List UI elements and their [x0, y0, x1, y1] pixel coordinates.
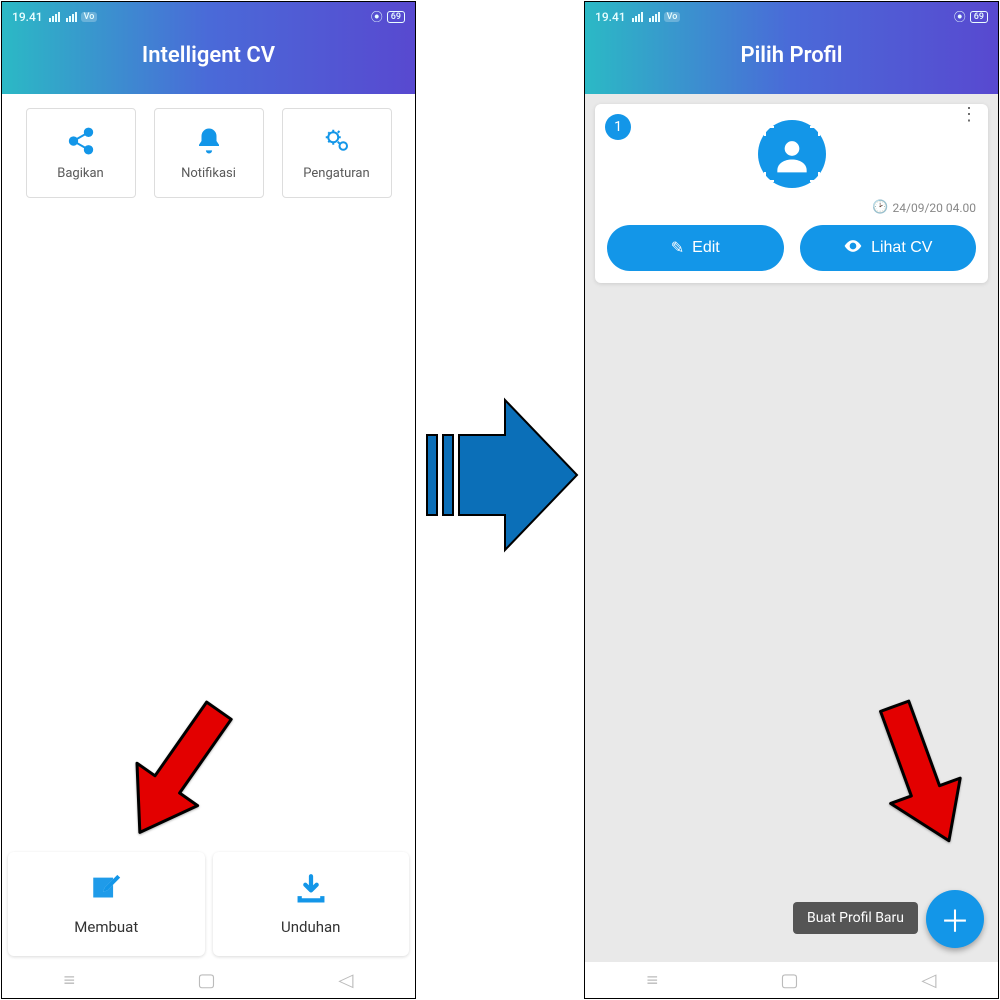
view-cv-button[interactable]: Lihat CV [800, 225, 977, 271]
share-card[interactable]: Bagikan [26, 108, 136, 198]
edit-button[interactable]: ✎ Edit [607, 225, 784, 271]
status-time: 19.41 [12, 10, 43, 24]
status-time-right: 19.41 [595, 10, 626, 24]
kebab-menu-icon[interactable]: ⋮ [960, 112, 978, 118]
nav-recent[interactable]: ≡ [646, 970, 658, 991]
nav-recent[interactable]: ≡ [63, 970, 75, 991]
profile-timestamp: 🕑 24/09/20 04.00 [607, 200, 976, 215]
annotation-arrow-right-icon [870, 690, 980, 860]
android-nav-bar-right: ≡ ▢ ◁ [585, 962, 998, 998]
settings-label: Pengaturan [303, 166, 369, 181]
download-icon [294, 872, 328, 910]
signal-icon [632, 12, 643, 22]
page-title: Intelligent CV [2, 43, 415, 68]
nav-back[interactable]: ◁ [922, 970, 937, 991]
signal-icon-2 [649, 12, 660, 22]
add-profile-fab[interactable]: ＋ [926, 890, 984, 948]
vibrate-icon: ⦿ [954, 8, 966, 25]
nav-home[interactable]: ▢ [780, 970, 799, 991]
app-header-right: 19.41 Vo ⦿ 69 Pilih Profil [585, 2, 998, 94]
signal-icon-2 [66, 12, 77, 22]
android-nav-bar: ≡ ▢ ◁ [2, 962, 415, 998]
battery-indicator: 69 [387, 11, 405, 23]
profile-avatar [758, 120, 826, 188]
volte-badge: Vo [664, 12, 681, 22]
profile-number-badge: 1 [605, 114, 631, 140]
clock-icon: 🕑 [872, 200, 888, 215]
notifications-card[interactable]: Notifikasi [154, 108, 264, 198]
vibrate-icon: ⦿ [371, 8, 383, 25]
transition-arrow-icon [425, 380, 580, 570]
compose-icon [89, 872, 123, 910]
plus-icon: ＋ [940, 897, 970, 941]
pencil-icon: ✎ [671, 238, 684, 258]
eye-icon [843, 236, 863, 261]
nav-back[interactable]: ◁ [339, 970, 354, 991]
gears-icon [322, 126, 352, 160]
create-label: Membuat [74, 918, 138, 936]
page-title-right: Pilih Profil [585, 43, 998, 68]
share-label: Bagikan [57, 166, 103, 181]
volte-badge: Vo [81, 12, 98, 22]
settings-card[interactable]: Pengaturan [282, 108, 392, 198]
nav-home[interactable]: ▢ [197, 970, 216, 991]
profile-card[interactable]: 1 ⋮ 🕑 24/09/20 04.00 ✎ Edit Liha [595, 104, 988, 283]
downloads-label: Unduhan [281, 918, 340, 936]
battery-indicator-right: 69 [970, 11, 988, 23]
notifications-label: Notifikasi [181, 166, 236, 181]
status-bar: 19.41 Vo ⦿ 69 [2, 2, 415, 25]
downloads-card[interactable]: Unduhan [213, 852, 410, 956]
fab-tooltip: Buat Profil Baru [793, 902, 918, 934]
bell-icon [194, 126, 224, 160]
signal-icon [49, 12, 60, 22]
status-bar-right: 19.41 Vo ⦿ 69 [585, 2, 998, 25]
annotation-arrow-left-icon [120, 690, 240, 860]
create-card[interactable]: Membuat [8, 852, 205, 956]
app-header: 19.41 Vo ⦿ 69 Intelligent CV [2, 2, 415, 94]
share-icon [66, 126, 96, 160]
